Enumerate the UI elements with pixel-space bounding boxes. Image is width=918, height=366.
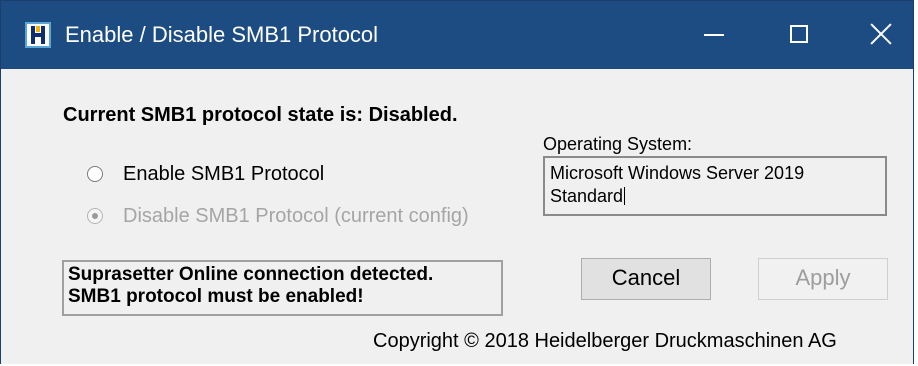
minimize-button[interactable] xyxy=(681,11,747,59)
cancel-button[interactable]: Cancel xyxy=(581,258,711,300)
disable-smb1-label: Disable SMB1 Protocol (current config) xyxy=(123,205,469,227)
minimize-icon xyxy=(704,34,724,36)
maximize-button[interactable] xyxy=(767,11,833,59)
maximize-icon xyxy=(790,25,808,43)
dialog-window: Enable / Disable SMB1 Protocol Current S… xyxy=(0,0,914,364)
radio-selected-icon xyxy=(87,208,103,224)
warning-box: Suprasetter Online connection detected. … xyxy=(62,260,503,316)
text-caret xyxy=(624,187,626,205)
copyright-text: Copyright © 2018 Heidelberger Druckmasch… xyxy=(373,330,837,352)
title-bar[interactable]: Enable / Disable SMB1 Protocol xyxy=(1,1,913,69)
protocol-state-label: Current SMB1 protocol state is: Disabled… xyxy=(63,104,458,126)
heidelberg-h-icon xyxy=(25,22,51,48)
operating-system-value: Microsoft Windows Server 2019 Standard xyxy=(550,163,805,206)
operating-system-field[interactable]: Microsoft Windows Server 2019 Standard xyxy=(543,156,887,216)
enable-smb1-label[interactable]: Enable SMB1 Protocol xyxy=(123,163,324,186)
window-title: Enable / Disable SMB1 Protocol xyxy=(65,22,379,47)
close-button[interactable] xyxy=(849,11,915,59)
apply-button: Apply xyxy=(758,258,888,300)
operating-system-label: Operating System: xyxy=(543,134,693,154)
warning-line-1: Suprasetter Online connection detected. xyxy=(68,264,434,285)
radio-circle-icon[interactable] xyxy=(87,166,103,182)
warning-line-2: SMB1 protocol must be enabled! xyxy=(68,286,364,307)
